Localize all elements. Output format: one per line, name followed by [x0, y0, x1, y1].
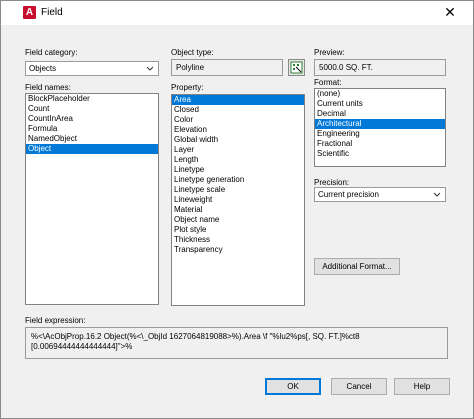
field-expression-line-1: %<\AcObjProp.16.2 Object(%<\_ObjId 16270… — [31, 332, 360, 341]
additional-format-button[interactable]: Additional Format... — [314, 258, 400, 275]
chevron-down-icon — [146, 66, 154, 71]
property-item[interactable]: Elevation — [172, 125, 304, 135]
format-item[interactable]: Engineering — [315, 129, 445, 139]
property-item[interactable]: Color — [172, 115, 304, 125]
field-name-item[interactable]: NamedObject — [26, 134, 158, 144]
object-type-value: Polyline — [176, 63, 205, 72]
property-list[interactable]: Area Closed Color Elevation Global width Laye… — [171, 94, 305, 306]
help-button[interactable]: Help — [394, 378, 450, 395]
precision-value: Current precision — [318, 190, 379, 199]
field-name-item[interactable]: BlockPlaceholder — [26, 94, 158, 104]
dialog-title: Field — [41, 7, 63, 18]
precision-dropdown[interactable]: Current precision — [314, 187, 446, 202]
format-label: Format: — [314, 78, 342, 87]
select-object-icon — [290, 61, 303, 74]
field-name-item[interactable]: Count — [26, 104, 158, 114]
format-item[interactable]: Fractional — [315, 139, 445, 149]
property-item[interactable]: Global width — [172, 135, 304, 145]
field-expression-line-2: [0.00694444444444444]">% — [31, 342, 133, 351]
format-item[interactable]: Decimal — [315, 109, 445, 119]
property-item[interactable]: Linetype — [172, 165, 304, 175]
ok-button[interactable]: OK — [265, 378, 321, 395]
field-expression-text: %<\AcObjProp.16.2 Object(%<\_ObjId 16270… — [31, 332, 451, 352]
field-category-label: Field category: — [25, 48, 78, 57]
property-item[interactable]: Transparency — [172, 245, 304, 255]
property-item[interactable]: Material — [172, 205, 304, 215]
field-names-label: Field names: — [25, 83, 71, 92]
preview-value: 5000.0 SQ. FT. — [319, 63, 373, 72]
title-bar: A Field ✕ — [1, 1, 473, 25]
field-category-value: Objects — [29, 64, 57, 73]
property-item[interactable]: Thickness — [172, 235, 304, 245]
format-list[interactable]: (none) Current units Decimal Architectural E… — [314, 88, 446, 167]
property-item[interactable]: Lineweight — [172, 195, 304, 205]
object-type-label: Object type: — [171, 48, 214, 57]
property-item[interactable]: Closed — [172, 105, 304, 115]
property-item[interactable]: Linetype scale — [172, 185, 304, 195]
close-icon[interactable]: ✕ — [443, 4, 457, 20]
property-item[interactable]: Object name — [172, 215, 304, 225]
chevron-down-icon — [433, 192, 441, 197]
field-name-item[interactable]: CountInArea — [26, 114, 158, 124]
select-object-button[interactable] — [288, 59, 305, 76]
format-item[interactable]: Scientific — [315, 149, 445, 159]
cancel-button[interactable]: Cancel — [331, 378, 387, 395]
property-item[interactable]: Layer — [172, 145, 304, 155]
property-item[interactable]: Area — [172, 95, 304, 105]
property-item[interactable]: Length — [172, 155, 304, 165]
property-item[interactable]: Plot style — [172, 225, 304, 235]
preview-field: 5000.0 SQ. FT. — [314, 59, 446, 76]
app-icon: A — [23, 6, 36, 19]
field-expression-box[interactable]: %<\AcObjProp.16.2 Object(%<\_ObjId 16270… — [25, 327, 448, 359]
preview-label: Preview: — [314, 48, 345, 57]
format-item[interactable]: Architectural — [315, 119, 445, 129]
field-category-dropdown[interactable]: Objects — [25, 61, 159, 76]
object-type-field: Polyline — [171, 59, 283, 76]
field-dialog: A Field ✕ Field category: Objects Field … — [0, 0, 474, 419]
field-names-list[interactable]: BlockPlaceholder Count CountInArea Formula N… — [25, 93, 159, 305]
field-expression-label: Field expression: — [25, 316, 86, 325]
field-name-item[interactable]: Formula — [26, 124, 158, 134]
property-label: Property: — [171, 83, 204, 92]
format-item[interactable]: (none) — [315, 89, 445, 99]
format-item[interactable]: Current units — [315, 99, 445, 109]
property-item[interactable]: Linetype generation — [172, 175, 304, 185]
field-name-item[interactable]: Object — [26, 144, 158, 154]
